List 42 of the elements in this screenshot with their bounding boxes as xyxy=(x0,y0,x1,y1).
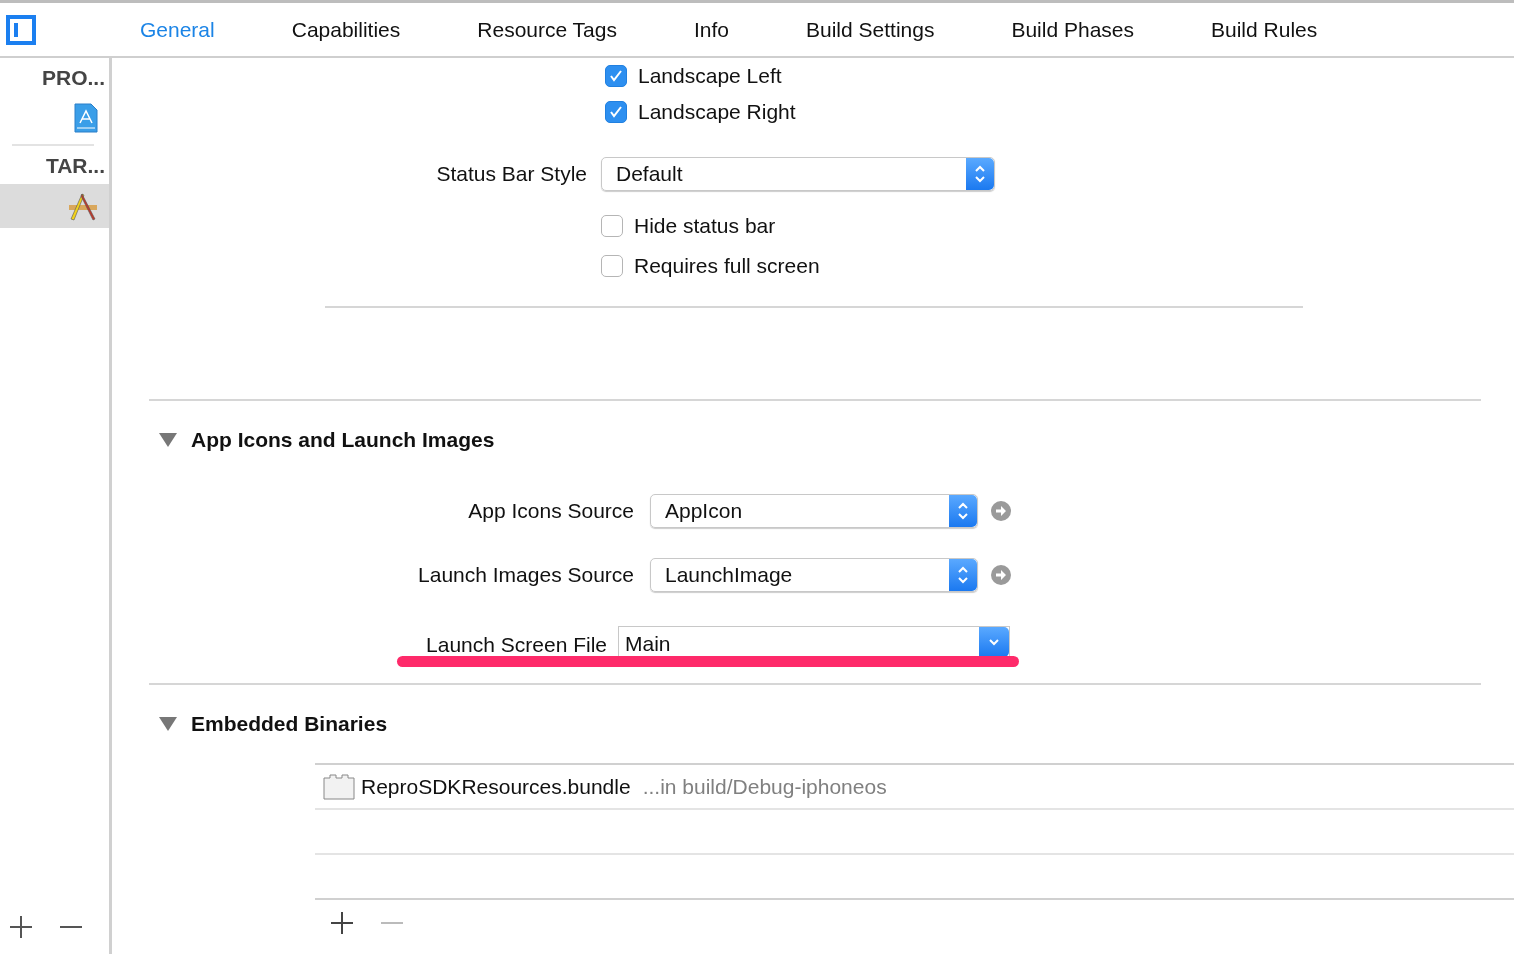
popup-button[interactable]: LaunchImage xyxy=(650,558,978,592)
checkmark-icon xyxy=(608,104,624,120)
tab[interactable]: Info xyxy=(694,17,729,42)
chevron-up-down-icon xyxy=(956,500,970,522)
tab[interactable]: Build Phases xyxy=(1011,17,1134,42)
chevron-up-down-icon xyxy=(956,564,970,586)
checkbox[interactable] xyxy=(605,101,627,123)
pencil-ruler-icon xyxy=(67,191,99,221)
sidebar-toggle-icon[interactable] xyxy=(6,14,36,45)
section-title: App Icons and Launch Images xyxy=(191,428,495,452)
chevron-up-down-icon xyxy=(973,163,987,185)
checkbox-label: Requires full screen xyxy=(634,254,820,278)
tab[interactable]: General xyxy=(140,17,215,42)
field-label: App Icons Source xyxy=(467,499,635,523)
bundle-icon xyxy=(323,773,355,800)
tab[interactable]: Resource Tags xyxy=(477,17,617,42)
section-title: Embedded Binaries xyxy=(191,712,388,736)
sidebar-heading: PRO... xyxy=(42,65,106,91)
tab[interactable]: Build Settings xyxy=(806,17,935,42)
tab[interactable]: Capabilities xyxy=(291,17,401,42)
disclosure-triangle-icon[interactable] xyxy=(159,717,177,731)
field-label: Status Bar Style xyxy=(435,162,588,186)
tab[interactable]: Build Rules xyxy=(1211,17,1318,42)
checkmark-icon xyxy=(608,68,624,84)
file-location: ...in build/Debug-iphoneos xyxy=(642,774,887,799)
document-icon xyxy=(73,103,99,133)
add-icon[interactable] xyxy=(10,916,32,938)
checkbox[interactable] xyxy=(605,65,627,87)
checkbox-label: Hide status bar xyxy=(634,214,776,238)
checkbox-label: Landscape Left xyxy=(638,64,782,88)
disclosure-triangle-icon[interactable] xyxy=(159,433,177,447)
add-icon[interactable] xyxy=(331,912,353,934)
sidebar-heading: TAR... xyxy=(45,153,106,179)
file-name: ReproSDKResources.bundle xyxy=(361,774,631,799)
field-label: Launch Images Source xyxy=(417,563,635,587)
sidebar-item[interactable] xyxy=(0,184,109,228)
checkbox-label: Landscape Right xyxy=(638,100,796,124)
field-label: Launch Screen File xyxy=(425,633,608,657)
checkbox[interactable] xyxy=(601,215,623,237)
popup-button[interactable]: Default xyxy=(601,157,995,191)
popup-button[interactable]: AppIcon xyxy=(650,494,978,528)
checkbox[interactable] xyxy=(601,255,623,277)
